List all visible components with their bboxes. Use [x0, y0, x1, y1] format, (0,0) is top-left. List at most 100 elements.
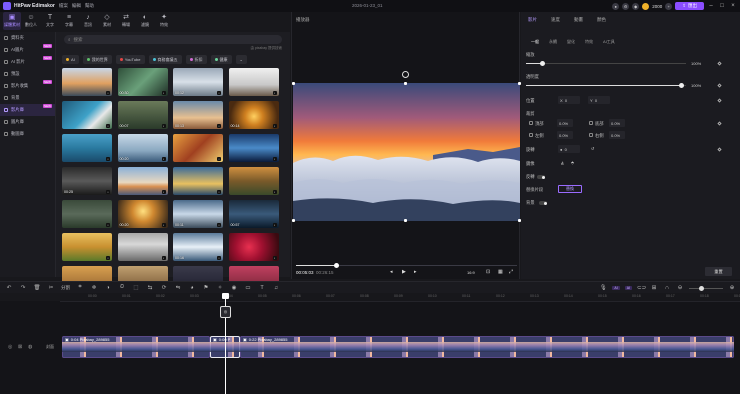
ai-pill-1[interactable]: AI: [612, 286, 620, 290]
opacity-slider-knob[interactable]: [678, 83, 684, 88]
fullscreen-icon[interactable]: ⤢: [509, 269, 513, 275]
search-box[interactable]: ⌕ 搜索: [64, 35, 282, 44]
nav-item-5[interactable]: 背景: [0, 92, 55, 104]
download-icon[interactable]: ↓: [217, 256, 221, 260]
position-y-field[interactable]: Y 0: [588, 96, 610, 104]
download-icon[interactable]: ↓: [272, 256, 277, 260]
download-icon[interactable]: ↓: [272, 223, 277, 227]
download-icon[interactable]: ↓: [272, 91, 277, 95]
color-icon[interactable]: ◕: [188, 285, 196, 291]
toolbar-effects[interactable]: ✦ 特效: [155, 12, 173, 30]
media-thumbnail[interactable]: 00:20 ↓: [117, 200, 168, 228]
toolbar-assets[interactable]: ◇ 素材: [98, 12, 116, 30]
crop-bottom-field[interactable]: 0.0%: [609, 119, 625, 127]
toolbar-audio[interactable]: ♪ 音訊: [79, 12, 97, 30]
download-icon[interactable]: ↓: [161, 256, 166, 260]
link-icon[interactable]: ⊂⊃: [637, 285, 646, 291]
toolbar-transition[interactable]: ⇄ 轉場: [117, 12, 135, 30]
video-preview[interactable]: [293, 83, 520, 221]
redo-icon[interactable]: ↷: [19, 285, 27, 291]
replace-button[interactable]: 替換: [558, 185, 582, 193]
position-keyframe-icon[interactable]: [717, 98, 722, 103]
text-tool-icon[interactable]: T: [258, 285, 266, 291]
filter-chip[interactable]: AI: [62, 55, 79, 64]
props-subtab[interactable]: 變化: [567, 39, 575, 45]
nav-item-7[interactable]: 圖片庫: [0, 116, 55, 128]
media-thumbnail[interactable]: ↓: [228, 233, 279, 261]
delete-icon[interactable]: 🗑: [33, 285, 41, 291]
props-subtab[interactable]: 一般: [531, 39, 539, 45]
next-frame-icon[interactable]: ▸: [414, 269, 417, 275]
reset-button[interactable]: 重置: [705, 267, 732, 276]
ai-pill-2[interactable]: AI: [624, 286, 632, 290]
props-tab[interactable]: 影片: [521, 17, 544, 23]
media-thumbnail[interactable]: 00:11 ↓: [173, 200, 223, 228]
track-eye-icon[interactable]: ◎: [8, 344, 12, 350]
menu-help[interactable]: 幫助: [85, 3, 94, 9]
zoom-slider[interactable]: [689, 285, 723, 291]
track-cover-label[interactable]: 封面: [46, 344, 54, 350]
crop-left-field[interactable]: 0.0%: [557, 131, 573, 139]
download-icon[interactable]: ↓: [106, 256, 110, 260]
image-tool-icon[interactable]: ▭: [244, 285, 252, 291]
snap-icon[interactable]: ⊞: [650, 285, 658, 291]
download-icon[interactable]: ↓: [161, 91, 166, 95]
reverse-toggle[interactable]: [537, 175, 545, 179]
magnet-icon[interactable]: ∩: [663, 285, 671, 291]
props-tab[interactable]: 動畫: [567, 17, 590, 23]
media-thumbnail[interactable]: ↓: [173, 134, 223, 162]
download-icon[interactable]: ↓: [217, 223, 221, 227]
gift-icon[interactable]: ◆: [632, 2, 640, 10]
download-icon[interactable]: ↓: [272, 157, 277, 161]
media-thumbnail[interactable]: ↓: [228, 167, 279, 195]
opacity-value[interactable]: 100%: [691, 83, 701, 88]
download-icon[interactable]: ↓: [106, 91, 110, 95]
media-thumbnail[interactable]: 00:07 ↓: [117, 101, 168, 129]
rotate-ccw-icon[interactable]: ↺: [591, 146, 594, 151]
opacity-keyframe-icon[interactable]: [717, 83, 722, 88]
media-thumbnail[interactable]: ↓: [228, 134, 279, 162]
player-progress-knob[interactable]: [334, 263, 339, 268]
flip-vertical-icon[interactable]: ⬘: [571, 160, 574, 165]
download-icon[interactable]: ↓: [106, 124, 110, 128]
export-button[interactable]: ⇪ 匯出: [675, 2, 704, 10]
props-subtab[interactable]: AI工具: [603, 39, 615, 45]
search-input[interactable]: 搜索: [74, 37, 83, 43]
mirror-icon[interactable]: ⇆: [146, 285, 154, 291]
split-label[interactable]: 分割: [61, 285, 70, 291]
nav-item-0[interactable]: 資料夾: [0, 32, 55, 44]
marker-icon[interactable]: ⚑: [202, 285, 210, 291]
timeline-ruler[interactable]: 00:0000:0100:0200:0300:0400:0500:0600:07…: [60, 293, 740, 301]
media-thumbnail[interactable]: ↓: [117, 167, 168, 195]
media-thumbnail[interactable]: ↓: [62, 134, 112, 162]
close-icon[interactable]: ×: [729, 3, 737, 9]
filter-chip[interactable]: 健康: [210, 55, 232, 64]
user-icon[interactable]: ●: [612, 2, 620, 10]
crop-left-checkbox[interactable]: [529, 133, 533, 137]
record-icon[interactable]: ◉: [230, 285, 238, 291]
audio-tool-icon[interactable]: ♫: [272, 285, 280, 291]
rotate-field[interactable]: ● 0: [558, 145, 580, 153]
zoom-in-icon[interactable]: ⊕: [728, 285, 736, 291]
download-icon[interactable]: ↓: [106, 157, 110, 161]
scale-value[interactable]: 100%: [691, 61, 701, 66]
resize-handle-t[interactable]: [404, 82, 407, 85]
zoom-slider-knob[interactable]: [699, 285, 704, 291]
toolbar-filter[interactable]: ◐ 濾鏡: [136, 12, 154, 30]
filter-chip[interactable]: YouTube: [115, 55, 145, 64]
track-mute-icon[interactable]: ◍: [28, 344, 32, 350]
media-thumbnail[interactable]: 00:57 ↓: [228, 200, 279, 228]
resize-handle-b[interactable]: [404, 219, 407, 222]
nav-item-4[interactable]: 影片收集 NEW: [0, 80, 55, 92]
rotate-handle-icon[interactable]: [402, 71, 409, 78]
download-icon[interactable]: ↓: [106, 190, 110, 194]
media-thumbnail[interactable]: ↓: [62, 101, 112, 129]
zoom-out-icon[interactable]: ⊖: [676, 285, 684, 291]
filter-chip[interactable]: 我的世界: [82, 55, 112, 64]
media-thumbnail[interactable]: 00:30 ↓: [117, 68, 168, 96]
speed-icon[interactable]: ⏲: [118, 284, 126, 291]
toolbar-subtitle[interactable]: ≡ 字幕: [60, 12, 78, 30]
media-thumbnail[interactable]: ↓: [62, 233, 112, 261]
crop-right-field[interactable]: 0.0%: [609, 131, 625, 139]
timeline-clip[interactable]: ▣ 0:22 Pixabay_289855: [240, 336, 734, 358]
